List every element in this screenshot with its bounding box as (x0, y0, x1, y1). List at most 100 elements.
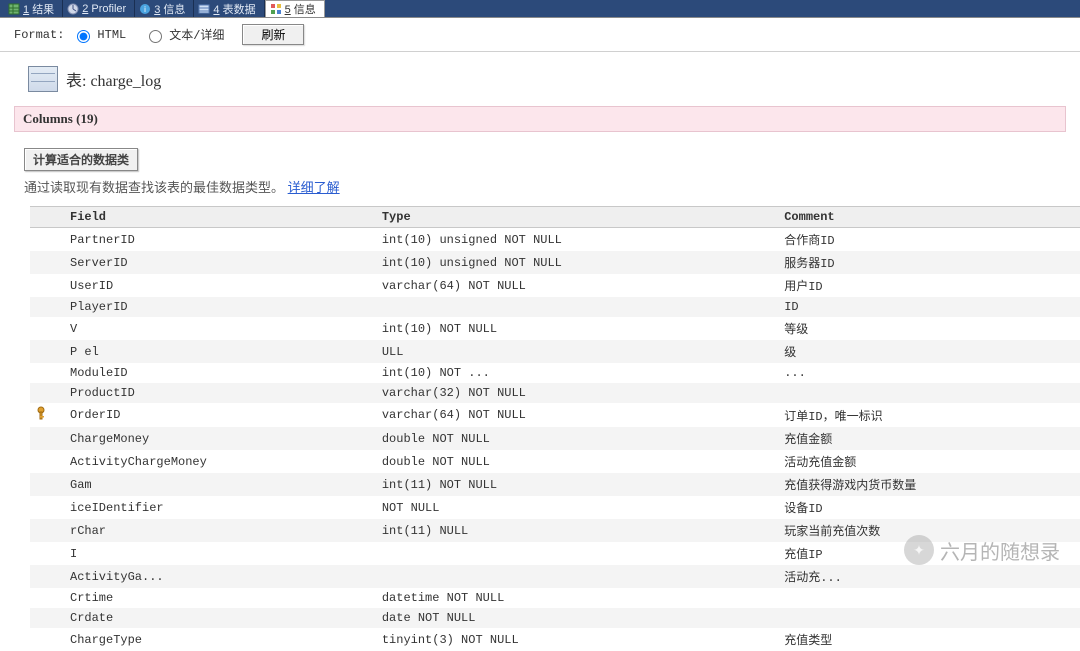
profiler-icon (67, 3, 79, 15)
comment-cell: 活动充值金额 (778, 450, 1080, 473)
table-row: OrderIDvarchar(64) NOT NULL订单ID，唯一标识 (30, 403, 1080, 427)
learn-more-link[interactable]: 详细了解 (288, 180, 340, 195)
title-row: 表: charge_log (0, 52, 1080, 102)
format-html-input[interactable] (77, 30, 90, 43)
key-cell (30, 274, 64, 297)
field-cell: Gam (64, 473, 376, 496)
key-cell (30, 628, 64, 651)
table-row: ServerIDint(10) unsigned NOT NULL服务器ID (30, 251, 1080, 274)
field-cell: OrderID (64, 403, 376, 427)
comment-cell: 充值IP (778, 542, 1080, 565)
key-cell (30, 427, 64, 450)
field-cell: ActivityChargeMoney (64, 450, 376, 473)
comment-cell: 充值获得游戏内货币数量 (778, 473, 1080, 496)
field-cell: ProductID (64, 383, 376, 403)
table-row: ModuleIDint(10) NOT ...... (30, 363, 1080, 383)
info-color-icon (270, 3, 282, 15)
table-row: UserIDvarchar(64) NOT NULL用户ID (30, 274, 1080, 297)
table-row: ActivityGa...活动充... (30, 565, 1080, 588)
key-cell (30, 565, 64, 588)
type-cell: datetime NOT NULL (376, 588, 778, 608)
field-cell: ChargeType (64, 628, 376, 651)
refresh-button[interactable]: 刷新 (242, 24, 304, 45)
grid-icon (8, 3, 20, 15)
comment-cell: 等级 (778, 317, 1080, 340)
comment-cell: 订单ID，唯一标识 (778, 403, 1080, 427)
table-row: Crtimedatetime NOT NULL (30, 588, 1080, 608)
calc-row: 计算适合的数据类 (0, 142, 1080, 173)
comment-cell: 设备ID (778, 496, 1080, 519)
table-row: Vint(10) NOT NULL等级 (30, 317, 1080, 340)
format-label: Format: (14, 28, 64, 42)
type-cell: date NOT NULL (376, 608, 778, 628)
comment-cell: ID (778, 297, 1080, 317)
key-cell (30, 542, 64, 565)
table-row: ProductIDvarchar(32) NOT NULL (30, 383, 1080, 403)
columns-table: Field Type Comment PartnerIDint(10) unsi… (30, 206, 1080, 651)
table-row: ChargeTypetinyint(3) NOT NULL充值类型 (30, 628, 1080, 651)
format-text-input[interactable] (149, 30, 162, 43)
table-row: iceIDentifier NOT NULL设备ID (30, 496, 1080, 519)
table-row: I充值IP (30, 542, 1080, 565)
info-icon: i (139, 3, 151, 15)
tab-label: 5 信息 (285, 1, 316, 17)
format-bar: Format: HTML 文本/详细 刷新 (0, 18, 1080, 52)
comment-cell: 充值金额 (778, 427, 1080, 450)
field-cell: Crtime (64, 588, 376, 608)
comment-cell: 充值类型 (778, 628, 1080, 651)
table-row: Crdatedate NOT NULL (30, 608, 1080, 628)
table-row: ChargeMoneydouble NOT NULL充值金额 (30, 427, 1080, 450)
comment-cell: 活动充... (778, 565, 1080, 588)
field-cell: ChargeMoney (64, 427, 376, 450)
format-html-radio[interactable]: HTML (72, 27, 126, 43)
comment-cell: 合作商ID (778, 228, 1080, 252)
table-row: Gamint(11) NOT NULL充值获得游戏内货币数量 (30, 473, 1080, 496)
field-cell: UserID (64, 274, 376, 297)
table-row: rCharint(11) NULL玩家当前充值次数 (30, 519, 1080, 542)
table-row: PlayerIDID (30, 297, 1080, 317)
format-text-text: 文本/详细 (169, 26, 224, 43)
comment-cell: 服务器ID (778, 251, 1080, 274)
tab-profiler[interactable]: 2 Profiler (63, 0, 135, 17)
key-cell (30, 473, 64, 496)
table-large-icon (28, 66, 58, 92)
tab-tabledata[interactable]: 4 表数据 (194, 0, 264, 17)
type-cell: tinyint(3) NOT NULL (376, 628, 778, 651)
type-cell: ULL (376, 340, 778, 363)
type-cell (376, 542, 778, 565)
col-type: Type (376, 207, 778, 228)
comment-cell (778, 608, 1080, 628)
tab-info2[interactable]: 5 信息 (265, 0, 325, 17)
key-cell (30, 608, 64, 628)
primary-key-icon (36, 406, 46, 420)
comment-cell: 用户ID (778, 274, 1080, 297)
tab-label: 2 Profiler (82, 3, 126, 15)
tab-bar: 1 结果 2 Profiler i 3 信息 4 表数据 5 信息 (0, 0, 1080, 18)
type-cell: int(10) NOT ... (376, 363, 778, 383)
key-cell (30, 363, 64, 383)
format-html-text: HTML (97, 28, 126, 42)
page-title: 表: charge_log (66, 67, 161, 91)
field-cell: Crdate (64, 608, 376, 628)
comment-cell: 级 (778, 340, 1080, 363)
field-cell: P el (64, 340, 376, 363)
comment-cell: ... (778, 363, 1080, 383)
key-cell (30, 588, 64, 608)
tab-results[interactable]: 1 结果 (4, 0, 63, 17)
key-cell (30, 403, 64, 427)
tab-info1[interactable]: i 3 信息 (135, 0, 194, 17)
type-cell (376, 565, 778, 588)
type-cell: int(11) NULL (376, 519, 778, 542)
key-cell (30, 519, 64, 542)
comment-cell (778, 383, 1080, 403)
format-text-radio[interactable]: 文本/详细 (144, 26, 224, 43)
type-cell: varchar(64) NOT NULL (376, 403, 778, 427)
key-cell (30, 450, 64, 473)
field-cell: ServerID (64, 251, 376, 274)
type-cell: NOT NULL (376, 496, 778, 519)
calc-datatype-button[interactable]: 计算适合的数据类 (24, 148, 138, 171)
key-cell (30, 228, 64, 252)
tab-label: 4 表数据 (213, 1, 255, 17)
type-cell: varchar(64) NOT NULL (376, 274, 778, 297)
type-cell: int(10) NOT NULL (376, 317, 778, 340)
